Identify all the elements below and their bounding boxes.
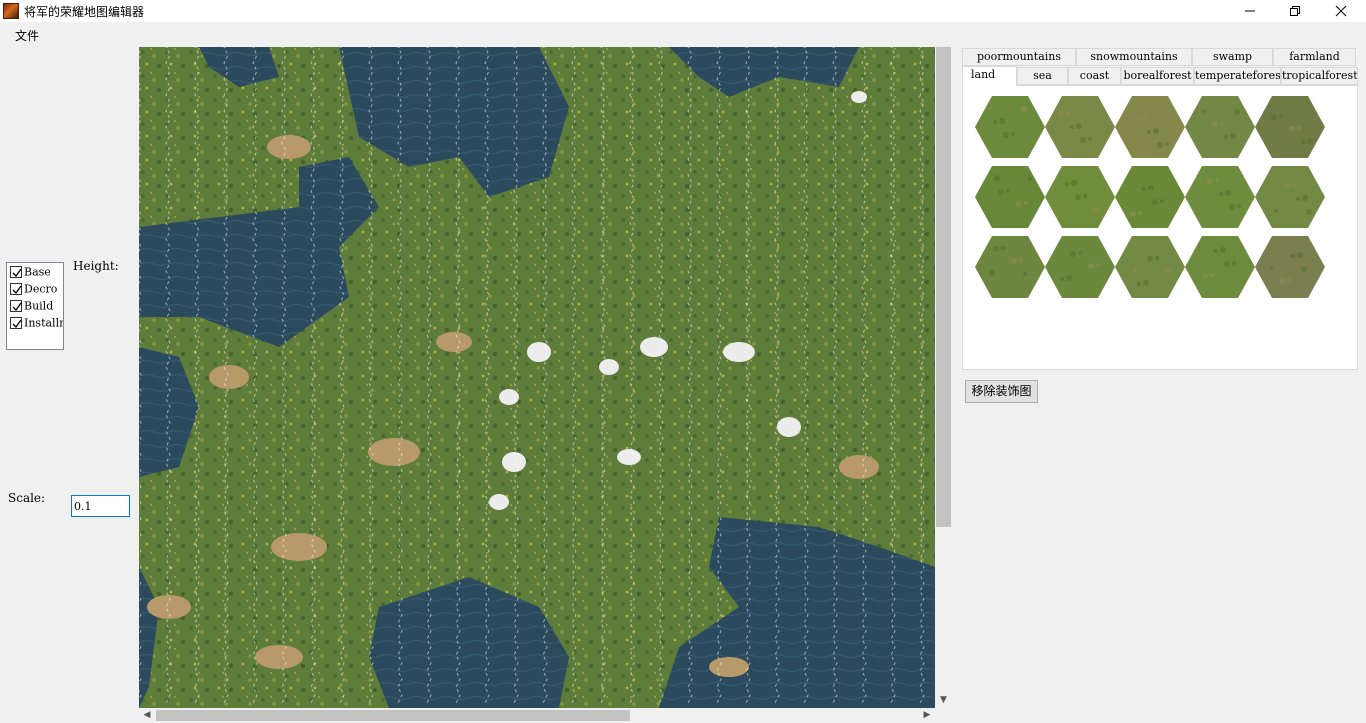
layer-label: Installm [24,316,63,330]
terrain-tile[interactable] [1185,96,1255,158]
tab-temperateforest[interactable]: temperateforest [1194,67,1281,85]
terrain-tile[interactable] [1185,166,1255,228]
tab-coast[interactable]: coast [1068,67,1121,85]
title-bar: 将军的荣耀地图编辑器 [0,0,1366,22]
layer-label: Build [24,299,54,313]
vertical-scrollbar[interactable]: ▼ [935,47,952,708]
map-canvas[interactable] [139,47,935,708]
close-button[interactable] [1318,0,1364,22]
restore-button[interactable] [1272,0,1318,22]
checkmark-icon [12,319,22,329]
terrain-tile[interactable] [1255,166,1325,228]
terrain-tile[interactable] [1045,236,1115,298]
tab-farmland[interactable]: farmland [1273,48,1356,66]
terrain-tile[interactable] [975,166,1045,228]
tab-sea[interactable]: sea [1017,67,1068,85]
window-title: 将军的荣耀地图编辑器 [24,5,145,19]
app-general-icon [3,3,19,19]
tab-land[interactable]: land [962,66,1017,86]
scale-label: Scale: [8,491,46,505]
checkbox-decro[interactable] [10,283,22,295]
horizontal-scrollbar[interactable]: ◀ ▶ [139,708,935,723]
tab-poormountains[interactable]: poormountains [962,48,1076,66]
terrain-tile[interactable] [1115,166,1185,228]
tab-snowmountains[interactable]: snowmountains [1076,48,1192,66]
layer-decro[interactable]: Decro [10,282,57,298]
menu-bar: 文件 [0,22,1366,46]
terrain-tile[interactable] [975,236,1045,298]
restore-icon [1290,6,1300,16]
layer-label: Decro [24,282,58,296]
checkmark-icon [12,302,22,312]
layer-base[interactable]: Base [10,265,51,281]
horizontal-scrollbar-thumb[interactable] [156,710,630,721]
checkmark-icon [12,268,22,278]
layer-list: Base Decro Build Installm [6,262,64,350]
terrain-tile[interactable] [1255,236,1325,298]
terrain-tile[interactable] [1045,96,1115,158]
scroll-right-icon[interactable]: ▶ [919,708,935,723]
terrain-tile[interactable] [1115,96,1185,158]
checkmark-icon [12,285,22,295]
terrain-tile[interactable] [1045,166,1115,228]
scroll-down-icon[interactable]: ▼ [935,692,952,708]
terrain-tile[interactable] [1115,236,1185,298]
layer-build[interactable]: Build [10,299,53,315]
checkbox-installm[interactable] [10,317,22,329]
menu-file[interactable]: 文件 [8,26,46,45]
scale-input[interactable] [71,495,130,517]
tab-swamp[interactable]: swamp [1192,48,1273,66]
minimize-icon [1245,10,1255,12]
close-icon [1335,5,1347,17]
terrain-tile[interactable] [1255,96,1325,158]
tab-borealforest[interactable]: borealforest [1121,67,1194,85]
scroll-left-icon[interactable]: ◀ [139,708,155,723]
layer-installm[interactable]: Installm [10,316,63,332]
terrain-tile[interactable] [975,96,1045,158]
tab-tropicalforest[interactable]: tropicalforest [1281,67,1358,85]
checkbox-build[interactable] [10,300,22,312]
terrain-tile[interactable] [1185,236,1255,298]
height-label: Height: [73,259,119,273]
remove-decoration-button[interactable]: 移除装饰图 [965,380,1038,403]
vertical-scrollbar-thumb[interactable] [936,47,951,527]
layer-label: Base [24,265,51,279]
checkbox-base[interactable] [10,266,22,278]
minimize-button[interactable] [1227,0,1273,22]
terrain-map[interactable] [139,47,935,708]
